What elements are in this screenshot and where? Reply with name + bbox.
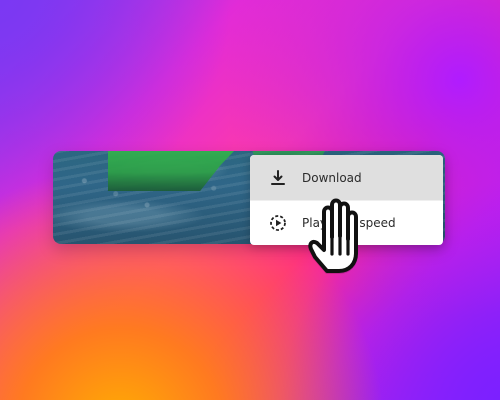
playback-speed-label: Playback speed (302, 216, 396, 230)
playback-speed-icon (268, 213, 288, 233)
playback-speed-menu-item[interactable]: Playback speed (250, 200, 443, 245)
download-label: Download (302, 170, 362, 185)
video-context-menu: Download Playback speed (250, 155, 443, 245)
promotional-scene: Download Playback speed (0, 0, 500, 400)
download-icon (268, 168, 288, 188)
download-menu-item[interactable]: Download (250, 155, 443, 200)
